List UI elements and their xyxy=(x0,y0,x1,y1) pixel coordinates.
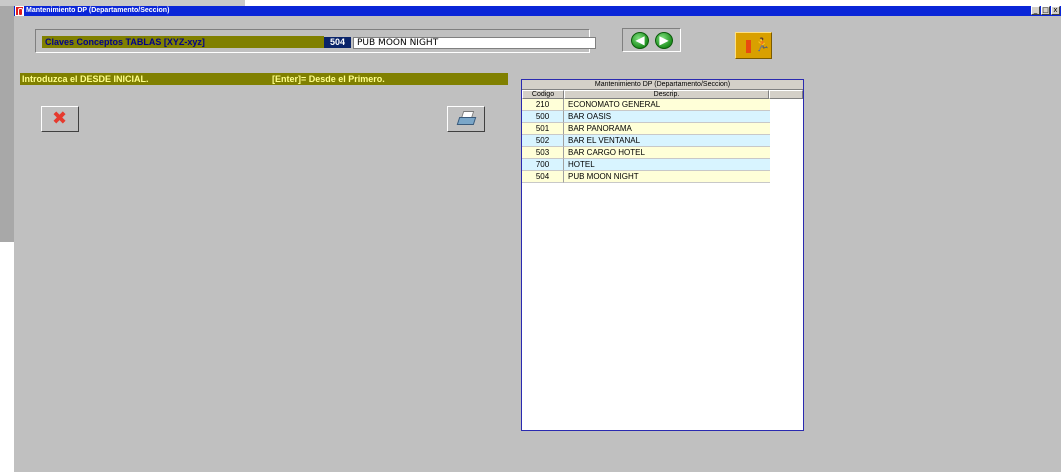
navigation-group: ◀ ▶ xyxy=(622,28,681,52)
column-header-code[interactable]: Codigo xyxy=(522,90,564,99)
window-controls: _ □ x xyxy=(1031,6,1060,16)
column-header-empty xyxy=(769,90,803,99)
cancel-x-icon: ✖ xyxy=(52,108,68,129)
claves-label: Claves Conceptos TABLAS [XYZ-xyz] xyxy=(42,36,324,48)
left-arrow-icon[interactable]: ◀ xyxy=(631,32,649,49)
cell-description: ECONOMATO GENERAL xyxy=(564,99,770,111)
print-button[interactable] xyxy=(447,106,485,132)
cell-description: BAR PANORAMA xyxy=(564,123,770,135)
cell-description: PUB MOON NIGHT xyxy=(564,171,770,183)
cell-code: 502 xyxy=(522,135,564,147)
table-row[interactable]: 501 BAR PANORAMA xyxy=(522,123,770,135)
cancel-button[interactable]: ✖ xyxy=(41,106,79,132)
prompt-right-text: [Enter]= Desde el Primero. xyxy=(272,74,385,84)
claves-panel: Claves Conceptos TABLAS [XYZ-xyz] 504 PU… xyxy=(35,29,596,53)
cell-description: BAR OASIS xyxy=(564,111,770,123)
cell-code: 210 xyxy=(522,99,564,111)
cell-code: 700 xyxy=(522,159,564,171)
cell-description: BAR EL VENTANAL xyxy=(564,135,770,147)
table-header: Codigo Descrip. xyxy=(522,90,803,99)
table-row[interactable]: 210 ECONOMATO GENERAL xyxy=(522,99,770,111)
claves-code-field[interactable]: 504 xyxy=(324,37,351,48)
table-row[interactable]: 500 BAR OASIS xyxy=(522,111,770,123)
claves-description-field[interactable]: PUB MOON NIGHT xyxy=(353,37,596,49)
maximize-button[interactable]: □ xyxy=(1041,6,1050,15)
main-window: Mantenimiento DP (Departamento/Seccion) … xyxy=(14,6,1061,472)
close-button[interactable]: x xyxy=(1051,6,1060,15)
cell-code: 504 xyxy=(522,171,564,183)
prompt-bar: Introduzca el DESDE INICIAL. [Enter]= De… xyxy=(20,73,508,85)
exit-button[interactable]: 🏃 xyxy=(735,32,772,59)
table-row[interactable]: 502 BAR EL VENTANAL xyxy=(522,135,770,147)
cell-code: 501 xyxy=(522,123,564,135)
background-strip-left xyxy=(0,6,14,242)
table-row[interactable]: 504 PUB MOON NIGHT xyxy=(522,171,770,183)
cell-description: HOTEL xyxy=(564,159,770,171)
table-row[interactable]: 700 HOTEL xyxy=(522,159,770,171)
right-arrow-icon[interactable]: ▶ xyxy=(655,32,673,49)
exit-door-icon xyxy=(746,40,751,53)
title-bar[interactable]: Mantenimiento DP (Departamento/Seccion) … xyxy=(14,6,1061,16)
table-title: Mantenimiento DP (Departamento/Seccion) xyxy=(522,80,803,90)
table-row[interactable]: 503 BAR CARGO HOTEL xyxy=(522,147,770,159)
app-icon xyxy=(15,6,24,16)
running-man-icon: 🏃 xyxy=(754,38,771,53)
cell-description: BAR CARGO HOTEL xyxy=(564,147,770,159)
column-header-description[interactable]: Descrip. xyxy=(564,90,769,99)
cell-code: 503 xyxy=(522,147,564,159)
printer-icon xyxy=(456,117,477,125)
prompt-left-text: Introduzca el DESDE INICIAL. xyxy=(22,74,149,84)
cell-code: 500 xyxy=(522,111,564,123)
table-rows: 210 ECONOMATO GENERAL 500 BAR OASIS 501 … xyxy=(522,99,770,183)
window-title: Mantenimiento DP (Departamento/Seccion) xyxy=(26,7,170,14)
minimize-button[interactable]: _ xyxy=(1031,6,1040,15)
data-table[interactable]: Mantenimiento DP (Departamento/Seccion) … xyxy=(521,79,804,431)
